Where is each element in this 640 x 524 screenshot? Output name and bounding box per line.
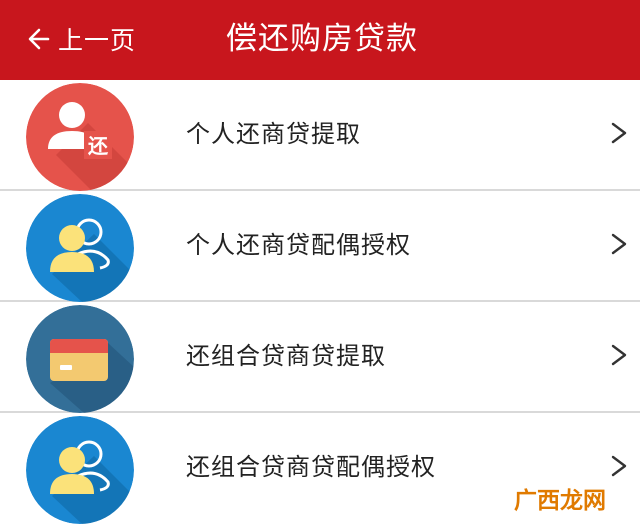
watermark-logo: 广西龙网	[514, 481, 606, 515]
users-icon	[26, 416, 134, 524]
icon-badge-text: 还	[87, 134, 109, 158]
page-title: 偿还购房贷款	[226, 21, 418, 57]
back-label: 上一页	[58, 26, 137, 55]
chevron-right-icon	[608, 229, 630, 259]
chevron-right-icon	[608, 118, 630, 148]
card-icon	[26, 305, 134, 413]
menu-list: 还 个人还商贷提取 个人还商贷配偶授权 还组合贷商贷提取 还组合贷商贷配偶授权	[0, 80, 640, 524]
list-item-personal-commercial-loan-withdrawal[interactable]: 还 个人还商贷提取	[0, 80, 640, 191]
watermark-text: 广西龙网	[514, 488, 606, 514]
list-item-personal-commercial-loan-spouse-authorization[interactable]: 个人还商贷配偶授权	[0, 191, 640, 302]
list-item-label: 个人还商贷配偶授权	[186, 231, 411, 259]
back-button[interactable]: 上一页	[26, 20, 136, 58]
users-icon	[26, 194, 134, 302]
chevron-right-icon	[608, 340, 630, 370]
app-header: 上一页 偿还购房贷款	[0, 0, 640, 80]
person-repay-icon: 还	[26, 83, 134, 191]
list-item-label: 个人还商贷提取	[186, 120, 361, 148]
list-item-combined-loan-commercial-withdrawal[interactable]: 还组合贷商贷提取	[0, 302, 640, 413]
list-item-label: 还组合贷商贷配偶授权	[186, 453, 436, 481]
chevron-right-icon	[608, 451, 630, 481]
list-item-label: 还组合贷商贷提取	[186, 342, 386, 370]
arrow-left-icon	[28, 28, 50, 50]
